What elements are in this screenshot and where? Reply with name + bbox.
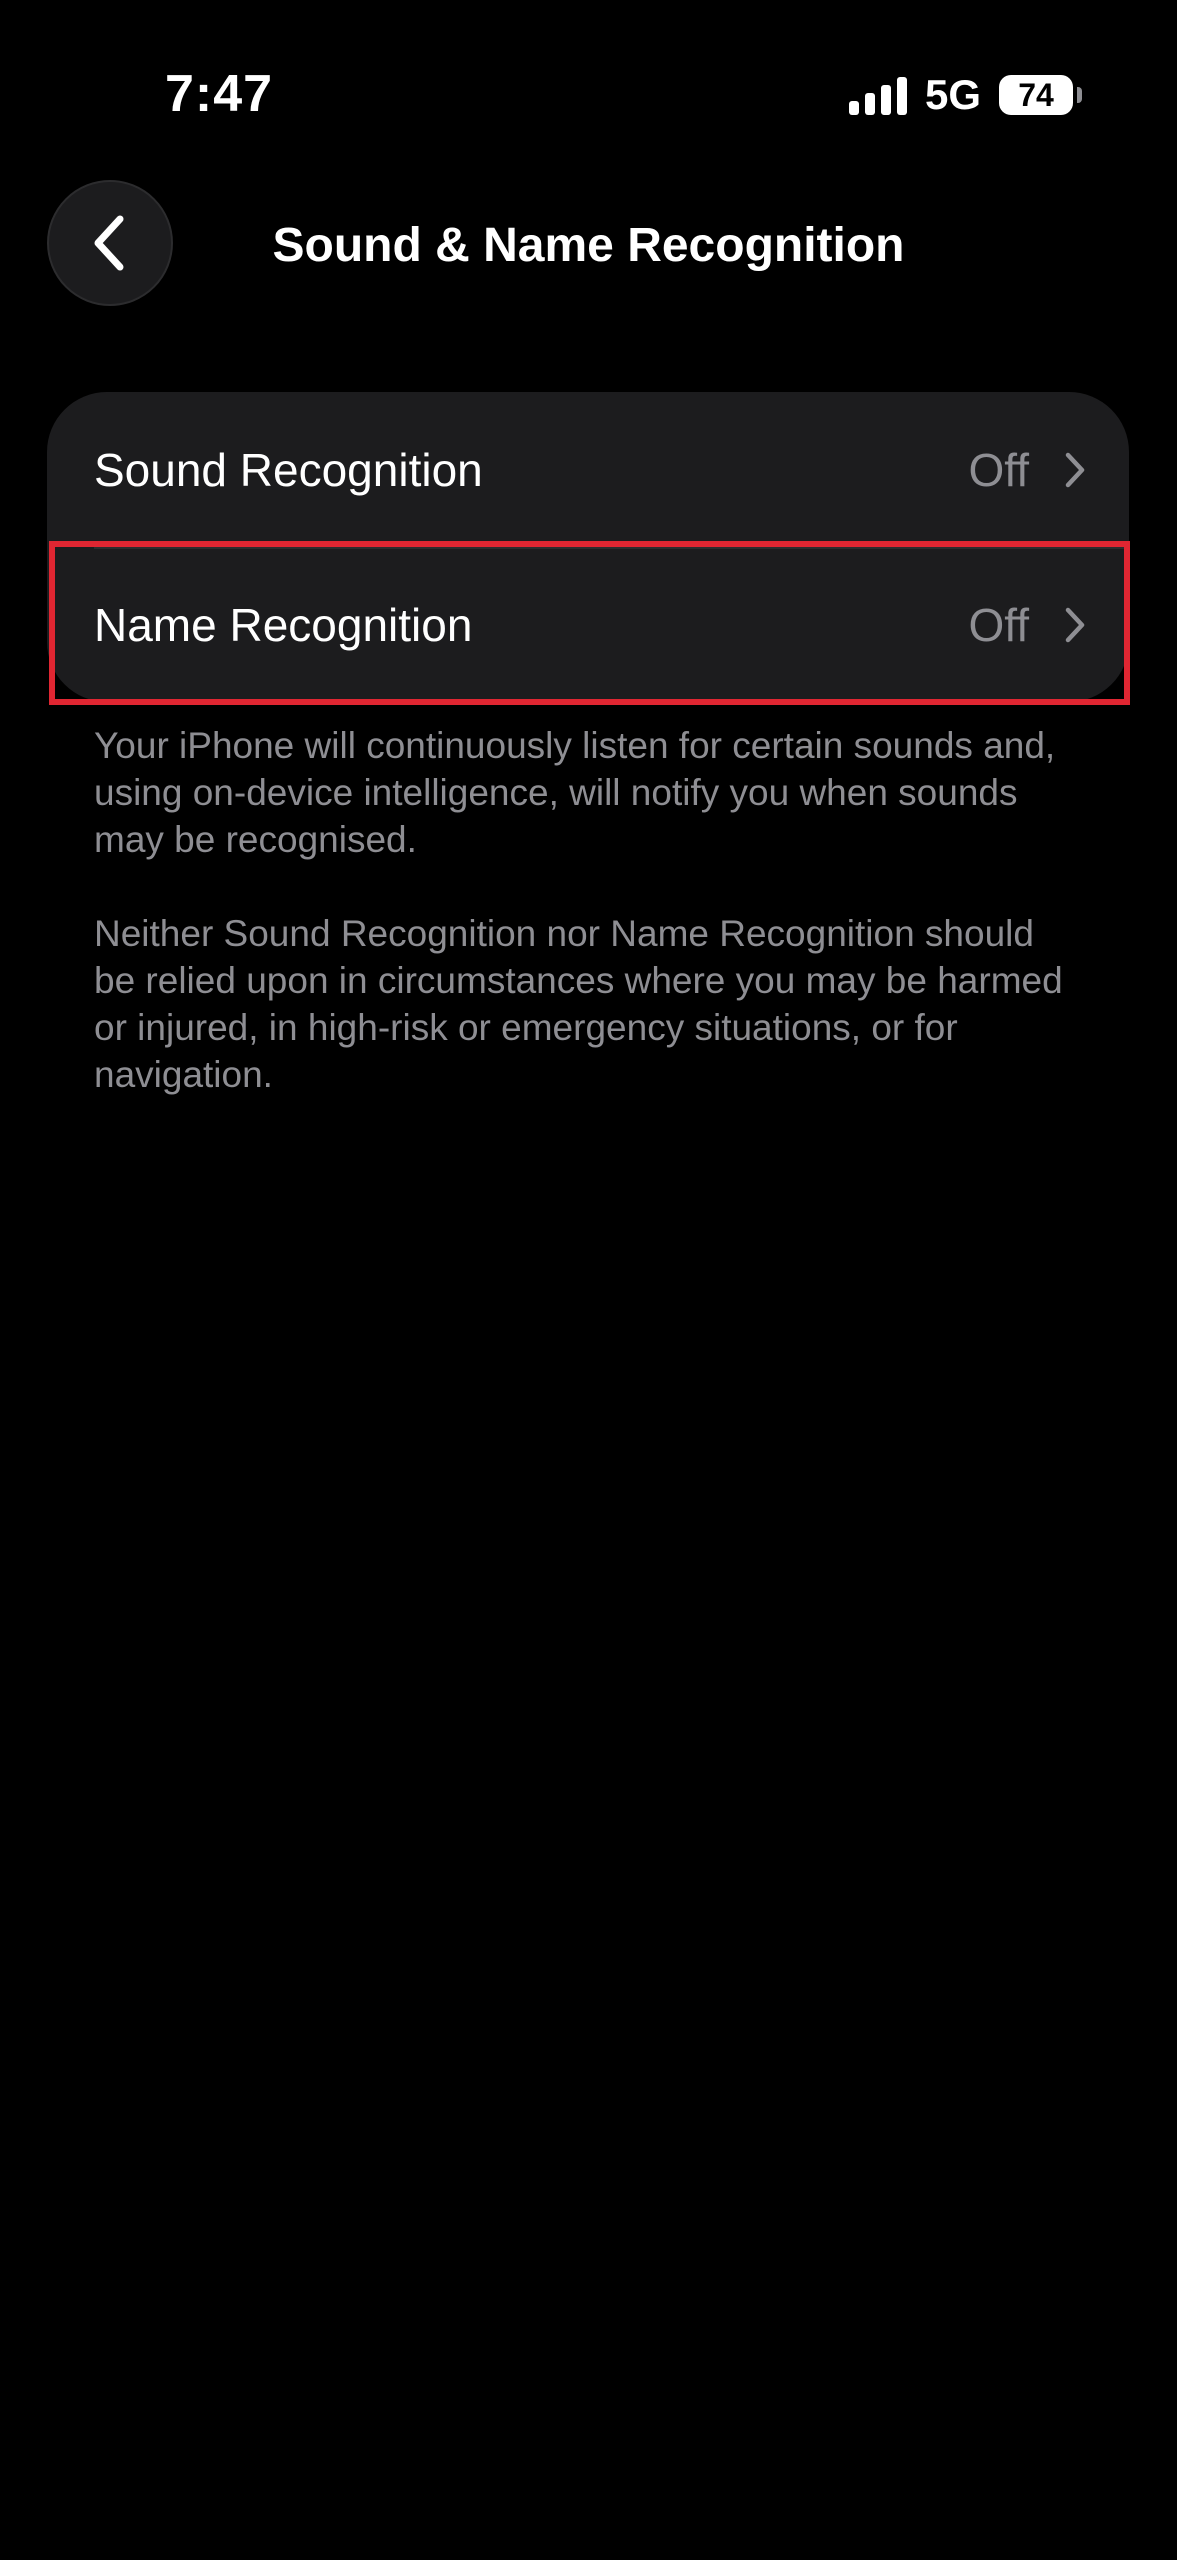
status-indicators: 5G 74 (848, 70, 1082, 120)
navigation-bar: Sound & Name Recognition (0, 180, 1177, 310)
network-label: 5G (924, 71, 981, 118)
sound-recognition-row[interactable]: Sound Recognition Off (47, 392, 1129, 547)
status-time: 7:47 (165, 65, 274, 123)
name-recognition-value: Off (968, 598, 1029, 651)
footer-description: Your iPhone will continuously listen for… (94, 722, 1084, 1145)
battery-level: 74 (1018, 77, 1054, 113)
chevron-right-icon (1065, 452, 1085, 487)
footer-paragraph-2: Neither Sound Recognition nor Name Recog… (94, 913, 1063, 1095)
signal-icon (848, 75, 907, 115)
name-recognition-row[interactable]: Name Recognition Off (47, 547, 1129, 702)
sound-recognition-value: Off (968, 443, 1029, 496)
sound-recognition-label: Sound Recognition (94, 443, 483, 496)
footer-paragraph-1: Your iPhone will continuously listen for… (94, 725, 1056, 860)
settings-group: Sound Recognition Off Name Recognition O… (47, 392, 1129, 702)
page-title: Sound & Name Recognition (272, 219, 905, 272)
status-bar: 7:47 5G 74 (0, 0, 1177, 190)
chevron-right-icon (1065, 607, 1085, 642)
name-recognition-label: Name Recognition (94, 598, 473, 651)
battery-icon: 74 (999, 75, 1082, 115)
